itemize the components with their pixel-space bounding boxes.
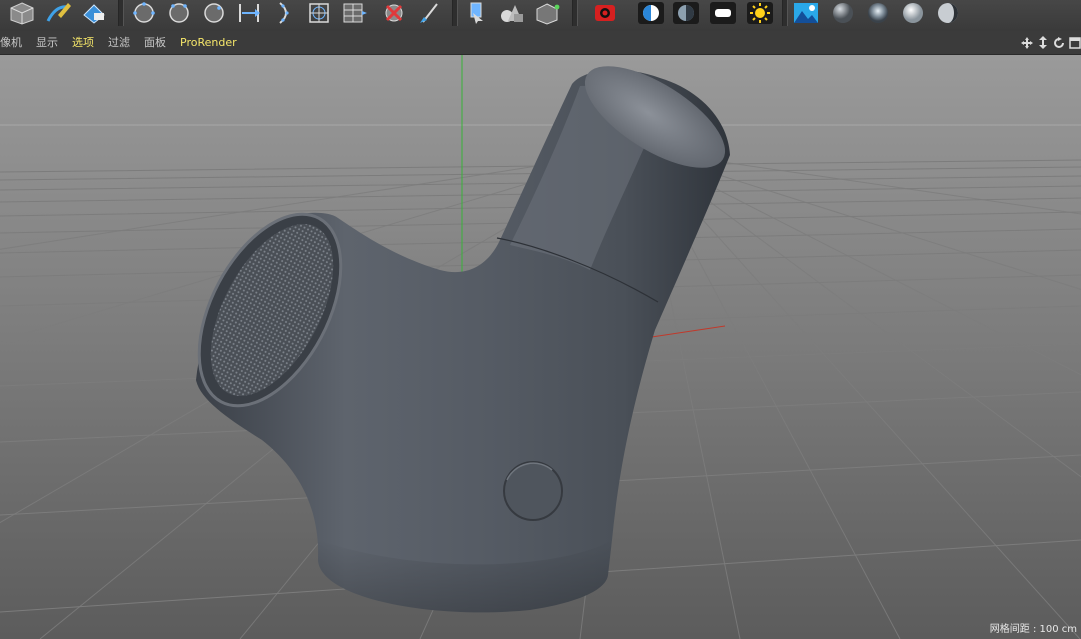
paint-brush-icon[interactable] — [413, 0, 445, 26]
pen-spline-icon[interactable] — [42, 0, 74, 26]
polygon-object-icon[interactable] — [531, 0, 563, 26]
primitive-shapes-icon[interactable] — [496, 0, 528, 26]
menu-panel[interactable]: 面板 — [144, 36, 166, 49]
viewport-menu-bar: 像机 显示 选项 过滤 面板 ProRender — [0, 31, 1081, 55]
light-dark-icon[interactable] — [670, 0, 702, 26]
menu-camera[interactable]: 像机 — [0, 36, 22, 49]
environment-icon[interactable] — [790, 0, 822, 26]
main-toolbar — [0, 0, 1081, 32]
toolbar-separator — [452, 0, 458, 26]
toolbar-separator — [118, 0, 124, 26]
3d-viewport[interactable]: 网格间距 : 100 cm — [0, 55, 1081, 639]
menu-prorender[interactable]: ProRender — [180, 36, 237, 49]
ffd-icon[interactable] — [338, 0, 370, 26]
stage-sphere-icon[interactable] — [932, 0, 964, 26]
toolbar-separator — [782, 0, 788, 26]
menu-filter[interactable]: 过滤 — [108, 36, 130, 49]
bend-deformer-icon[interactable] — [378, 0, 410, 26]
toolbar-separator — [572, 0, 578, 26]
zoom-view-icon[interactable] — [1036, 34, 1049, 51]
viewport-navigation — [1020, 34, 1081, 51]
eraser-icon[interactable] — [78, 0, 110, 26]
subdivision-icon[interactable] — [128, 0, 160, 26]
spline-wrap-icon[interactable] — [303, 0, 335, 26]
viewport-scene — [0, 55, 1081, 639]
background-sphere-icon[interactable] — [897, 0, 929, 26]
boole-icon[interactable] — [198, 0, 230, 26]
sky-sphere-icon[interactable] — [827, 0, 859, 26]
array-icon[interactable] — [268, 0, 300, 26]
rotate-view-icon[interactable] — [1052, 34, 1065, 51]
symmetry-icon[interactable] — [233, 0, 265, 26]
grid-spacing-readout: 网格间距 : 100 cm — [989, 624, 1077, 635]
menu-options[interactable]: 选项 — [72, 36, 94, 49]
floor-sphere-icon[interactable] — [862, 0, 894, 26]
move-view-icon[interactable] — [1020, 34, 1033, 51]
extrude-icon[interactable] — [163, 0, 195, 26]
select-tool-icon[interactable] — [461, 0, 493, 26]
cube-icon[interactable] — [6, 0, 38, 26]
camera-icon[interactable] — [589, 0, 621, 26]
menu-display[interactable]: 显示 — [36, 36, 58, 49]
light-half-icon[interactable] — [635, 0, 667, 26]
maximize-view-icon[interactable] — [1068, 34, 1081, 51]
sun-icon[interactable] — [744, 0, 776, 26]
area-light-icon[interactable] — [707, 0, 739, 26]
